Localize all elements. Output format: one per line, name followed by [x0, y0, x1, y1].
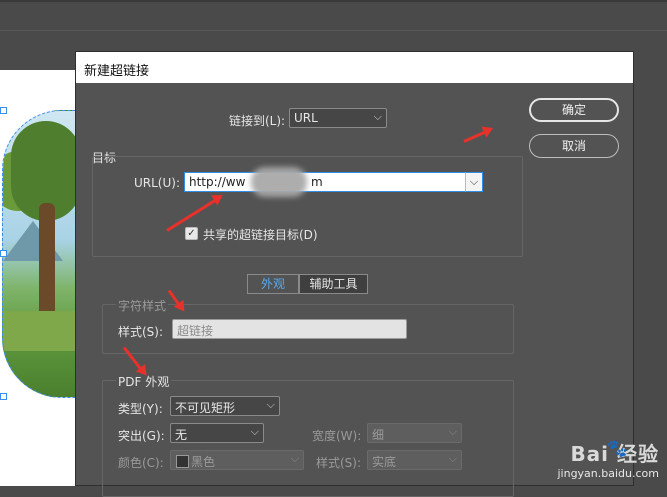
cancel-button[interactable]: 取消: [529, 134, 619, 158]
highlight-select[interactable]: 无 ⌵: [170, 423, 264, 443]
character-style-value: 超链接: [177, 324, 214, 338]
app-top-strip: [0, 0, 667, 2]
chevron-down-icon: ⌵: [250, 425, 259, 438]
chevron-down-icon: ⌵: [469, 175, 479, 188]
chevron-down-icon: ⌵: [373, 110, 382, 123]
url-label: URL(U):: [134, 176, 180, 190]
link-to-label: 链接到(L):: [229, 114, 286, 128]
border-style-label: 样式(S):: [316, 456, 362, 470]
border-style-value: 实底: [372, 455, 397, 469]
type-value: 不可见矩形: [175, 401, 236, 415]
baidu-paw-icon: 🐾: [606, 439, 629, 459]
character-style-select[interactable]: 超链接 ⌵: [172, 319, 407, 339]
width-label: 宽度(W):: [312, 429, 362, 443]
selection-handle[interactable]: [0, 250, 7, 257]
tab-accessibility[interactable]: 辅助工具: [299, 274, 368, 294]
border-style-select[interactable]: 实底 ⌵: [367, 450, 462, 470]
dialog-titlebar[interactable]: 新建超链接: [76, 52, 633, 83]
url-text-end: m: [311, 175, 323, 189]
type-label: 类型(Y):: [118, 402, 163, 416]
type-select[interactable]: 不可见矩形 ⌵: [170, 396, 280, 416]
color-swatch: [176, 455, 189, 468]
checkmark-icon: ✓: [187, 228, 196, 239]
app-divider: [0, 30, 667, 31]
shared-destination-checkbox[interactable]: ✓: [185, 227, 198, 240]
chevron-down-icon: ⌵: [448, 452, 457, 465]
style-label: 样式(S):: [118, 325, 164, 339]
selection-handle[interactable]: [0, 393, 7, 400]
url-dropdown-button[interactable]: ⌵: [465, 172, 483, 192]
selection-handle[interactable]: [0, 107, 7, 114]
link-to-value: URL: [294, 111, 318, 125]
chevron-down-icon: ⌵: [266, 398, 275, 411]
chevron-down-icon: ⌵: [448, 425, 457, 438]
link-to-select[interactable]: URL ⌵: [289, 108, 387, 128]
tab-bar: 外观 辅助工具: [247, 274, 368, 294]
url-text-start: http://ww: [189, 175, 246, 189]
width-select[interactable]: 细 ⌵: [367, 423, 462, 443]
character-style-group-label: 字符样式: [116, 297, 169, 314]
new-hyperlink-dialog: 新建超链接 链接到(L): URL ⌵ 确定 取消 目标 URL(U): htt…: [75, 51, 634, 497]
shared-destination-label: 共享的超链接目标(D): [203, 228, 318, 242]
baidu-watermark: 🐾 Bai 经验 jingyan.baidu.com: [557, 438, 659, 480]
redacted-blur: [251, 167, 307, 197]
color-label: 颜色(C):: [118, 456, 164, 470]
color-select[interactable]: 黑色 ⌵: [170, 450, 304, 470]
width-value: 细: [372, 428, 385, 442]
highlight-label: 突出(G):: [118, 429, 165, 443]
image-meadow: [3, 311, 77, 351]
url-input[interactable]: http://ww m: [184, 167, 466, 197]
chevron-down-icon: ⌵: [290, 452, 299, 465]
color-value: 黑色: [191, 455, 216, 469]
ok-button[interactable]: 确定: [529, 98, 619, 122]
watermark-url: jingyan.baidu.com: [557, 467, 659, 480]
tab-appearance[interactable]: 外观: [247, 274, 299, 294]
dialog-title: 新建超链接: [84, 64, 150, 79]
selected-image-frame[interactable]: [2, 110, 77, 398]
highlight-value: 无: [175, 428, 188, 442]
